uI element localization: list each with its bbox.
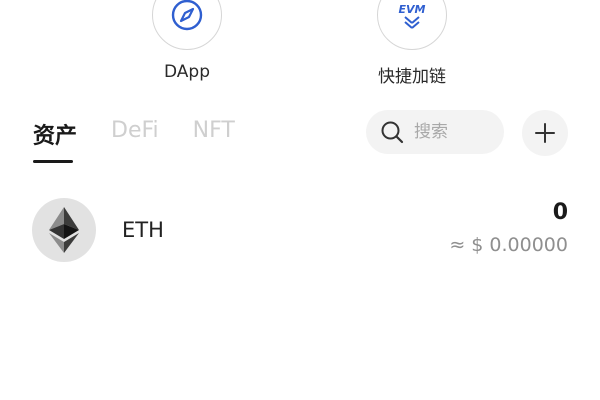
tab-assets[interactable]: 资产 <box>33 118 77 163</box>
asset-tabs: 资产 DeFi NFT <box>33 118 235 163</box>
tab-nft[interactable]: NFT <box>193 118 235 150</box>
quick-add-chain-label: 快捷加链 <box>378 67 446 87</box>
search-input[interactable] <box>412 121 496 143</box>
wallet-home: DApp EVM 快捷加链 资产 DeFi NFT 搜索 ETH 0 ≈ $ 0… <box>0 0 600 400</box>
asset-row-eth[interactable]: ETH 0 ≈ $ 0.00000 <box>30 196 570 264</box>
asset-name: ETH <box>122 218 164 242</box>
search-box[interactable] <box>366 110 504 154</box>
quick-add-chain-shortcut[interactable]: EVM 快捷加链 <box>362 0 462 87</box>
evm-icon-text: EVM <box>399 3 426 16</box>
dapp-label: DApp <box>163 62 210 82</box>
compass-icon <box>171 0 203 31</box>
asset-fiat-value: ≈ $ 0.00000 <box>449 234 568 256</box>
quick-add-chain-circle[interactable]: EVM <box>377 0 447 50</box>
add-token-button[interactable] <box>522 110 568 156</box>
asset-amount: 0 <box>552 200 568 225</box>
dapp-shortcut[interactable]: DApp <box>137 0 237 82</box>
evm-icon: EVM <box>399 3 426 29</box>
search-icon <box>381 121 404 144</box>
tab-defi[interactable]: DeFi <box>111 118 159 150</box>
eth-icon <box>32 198 96 262</box>
dapp-circle[interactable] <box>152 0 222 50</box>
plus-icon <box>535 123 555 143</box>
